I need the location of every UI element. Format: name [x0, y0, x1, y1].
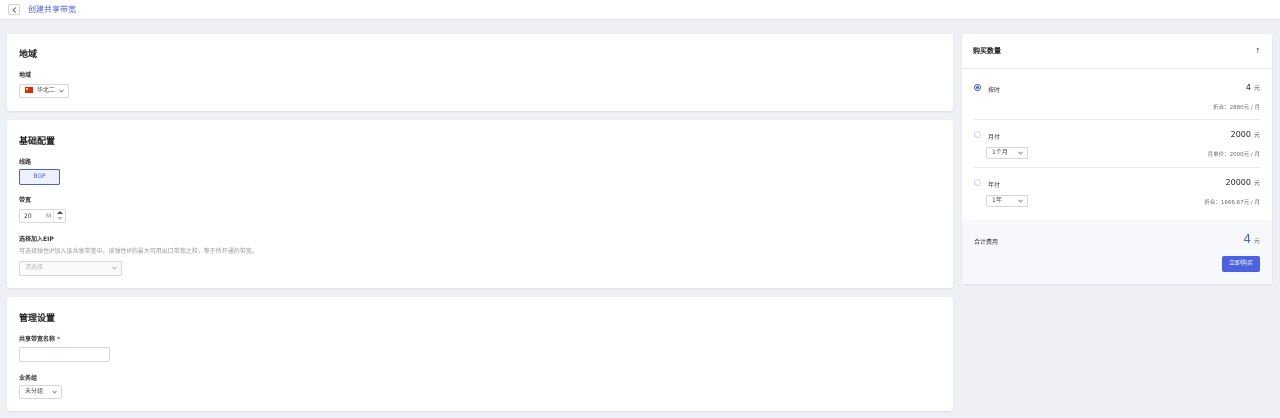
option-hourly-radio[interactable]	[974, 84, 981, 91]
region-card: 地域 地域 华北二	[7, 34, 953, 111]
line-option-bgp[interactable]: BGP	[19, 169, 60, 185]
manage-card: 管理设置 共享带宽名称 * 业务组 未分组	[7, 297, 953, 411]
basic-config-title: 基础配置	[19, 137, 56, 147]
year-period-value: 1年	[992, 197, 1002, 204]
option-monthly-radio[interactable]	[974, 131, 981, 138]
option-yearly-note: 折合：1666.67元 / 月	[1204, 200, 1260, 206]
option-monthly-price: 2000 元	[1231, 130, 1260, 139]
group-select-value: 未分组	[25, 388, 44, 395]
divider	[962, 68, 1272, 69]
divider	[974, 119, 1260, 120]
option-hourly-note: 折合：2880元 / 月	[1213, 105, 1260, 111]
stepper-arrows[interactable]	[53, 210, 65, 222]
group-select[interactable]: 未分组	[19, 385, 62, 399]
chevron-down-icon	[52, 390, 57, 394]
bandwidth-name-label: 共享带宽名称 *	[19, 334, 60, 343]
price-unit: 元	[1253, 132, 1260, 139]
purchase-card: 购买数量 ↑ 按时 4元 折合：2880元 / 月 月付 2000 元 1个月 月…	[962, 34, 1272, 284]
group-label: 业务组	[19, 375, 38, 382]
bandwidth-unit: M	[46, 213, 52, 220]
chevron-down-icon	[112, 266, 117, 270]
chevron-left-icon	[12, 7, 17, 13]
option-hourly-label: 按时	[988, 87, 1001, 94]
option-hourly-price: 4元	[1246, 83, 1260, 92]
bandwidth-value: 20	[24, 213, 32, 220]
arrow-up-icon[interactable]: ↑	[1255, 47, 1261, 55]
chevron-down-icon	[1018, 151, 1023, 155]
decrement-icon[interactable]	[57, 217, 63, 220]
page-title: 创建共享带宽	[28, 5, 76, 14]
eip-select[interactable]: 请选择	[19, 261, 122, 276]
manage-card-title: 管理设置	[19, 314, 56, 324]
price-unit: 元	[1253, 85, 1260, 92]
total-price: 4元	[1243, 232, 1260, 246]
increment-icon[interactable]	[57, 211, 63, 214]
bandwidth-label: 带宽	[19, 197, 32, 204]
price-unit: 元	[1253, 180, 1260, 187]
line-label: 线路	[19, 159, 32, 166]
option-yearly-label: 年付	[988, 182, 1001, 189]
region-card-title: 地域	[19, 50, 38, 60]
total-unit: 元	[1253, 238, 1260, 245]
eip-select-placeholder: 请选择	[25, 264, 44, 271]
eip-label: 选择加入EIP	[19, 236, 54, 243]
option-yearly-price: 20000 元	[1226, 178, 1260, 187]
price-value: 2000	[1230, 130, 1251, 139]
buy-now-button[interactable]: 立即购买	[1222, 256, 1260, 272]
bandwidth-name-text: 共享带宽名称	[19, 336, 56, 343]
option-monthly-label: 月付	[988, 134, 1001, 141]
month-period-select[interactable]: 1个月	[986, 147, 1028, 159]
chevron-down-icon	[1018, 199, 1023, 203]
price-value: 20000	[1225, 178, 1251, 187]
divider	[974, 167, 1260, 168]
total-area: 合计费用 4元 立即购买	[962, 219, 1272, 284]
back-button[interactable]	[8, 4, 20, 15]
month-period-value: 1个月	[992, 149, 1008, 156]
option-monthly-note: 月单价：2000元 / 月	[1207, 152, 1260, 158]
purchase-title: 购买数量	[973, 47, 1001, 55]
region-label: 地域	[19, 72, 32, 79]
year-period-select[interactable]: 1年	[986, 195, 1028, 207]
option-yearly-radio[interactable]	[974, 179, 981, 186]
region-select-value: 华北二	[37, 87, 56, 94]
bandwidth-name-input[interactable]	[19, 347, 110, 362]
basic-config-card: 基础配置 线路 BGP 带宽 20 M 选择加入EIP 可选择弹性IP加入该共享…	[7, 120, 953, 288]
eip-hint: 可选择弹性IP加入该共享带宽中，该弹性IP的最大可用出口带宽之和，等于所开通的带…	[19, 248, 258, 255]
region-select[interactable]: 华北二	[19, 84, 69, 98]
top-bar: 创建共享带宽	[0, 0, 1280, 20]
bandwidth-stepper[interactable]: 20 M	[19, 209, 66, 223]
china-flag-icon	[25, 87, 33, 93]
total-value: 4	[1243, 232, 1251, 246]
required-mark: *	[57, 336, 61, 343]
total-label: 合计费用	[974, 239, 999, 246]
chevron-down-icon	[59, 89, 64, 93]
price-value: 4	[1245, 83, 1251, 92]
